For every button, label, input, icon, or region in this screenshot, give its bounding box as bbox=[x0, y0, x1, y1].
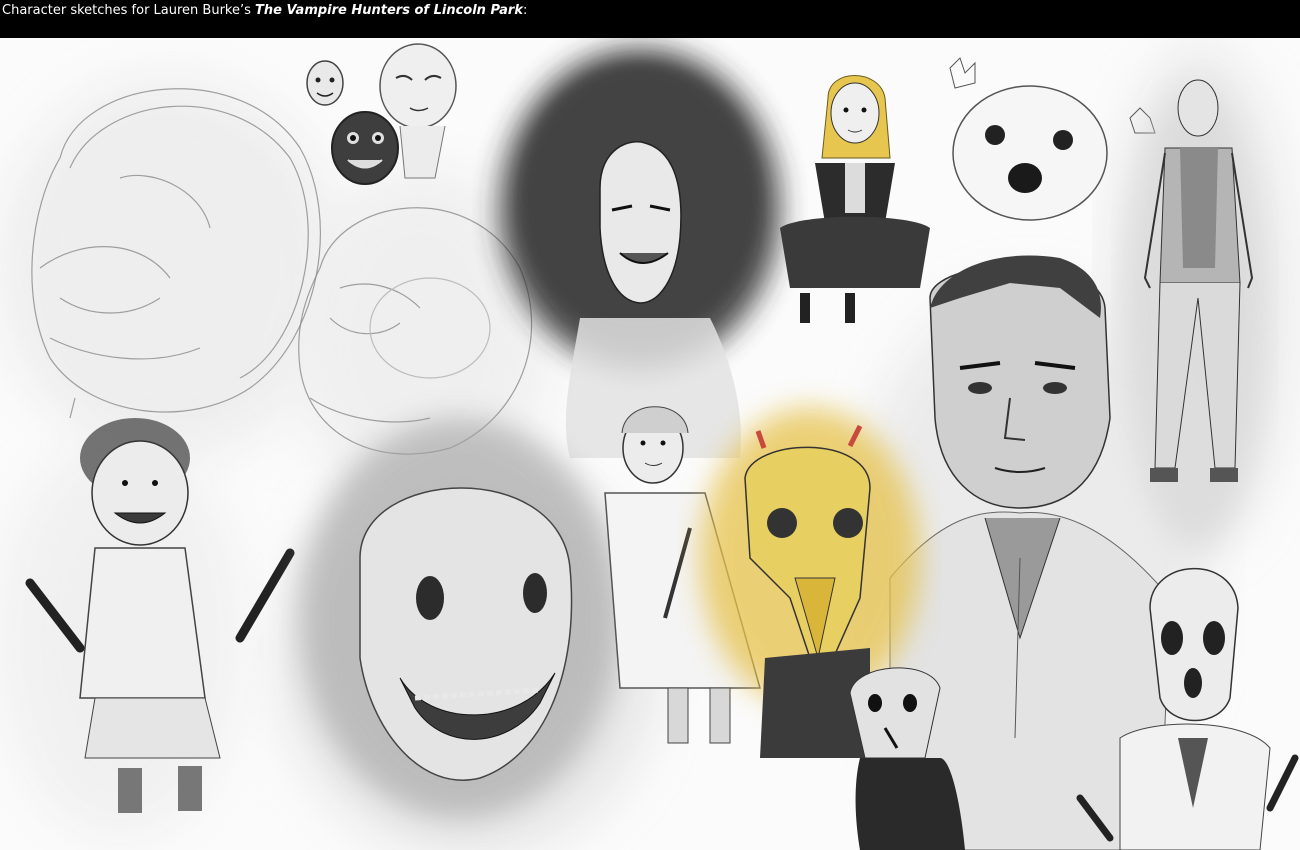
wide-grin-creature bbox=[300, 418, 620, 818]
caption-prefix: Character sketches for Lauren Burke’s bbox=[2, 3, 256, 18]
caption-bar: Character sketches for Lauren Burke’s Th… bbox=[0, 0, 1300, 38]
caption-book-title: The Vampire Hunters of Lincoln Park bbox=[255, 3, 523, 18]
caption-suffix: : bbox=[523, 3, 528, 18]
sketch-collage bbox=[0, 38, 1300, 850]
sketch-collage-drawing bbox=[0, 38, 1300, 850]
